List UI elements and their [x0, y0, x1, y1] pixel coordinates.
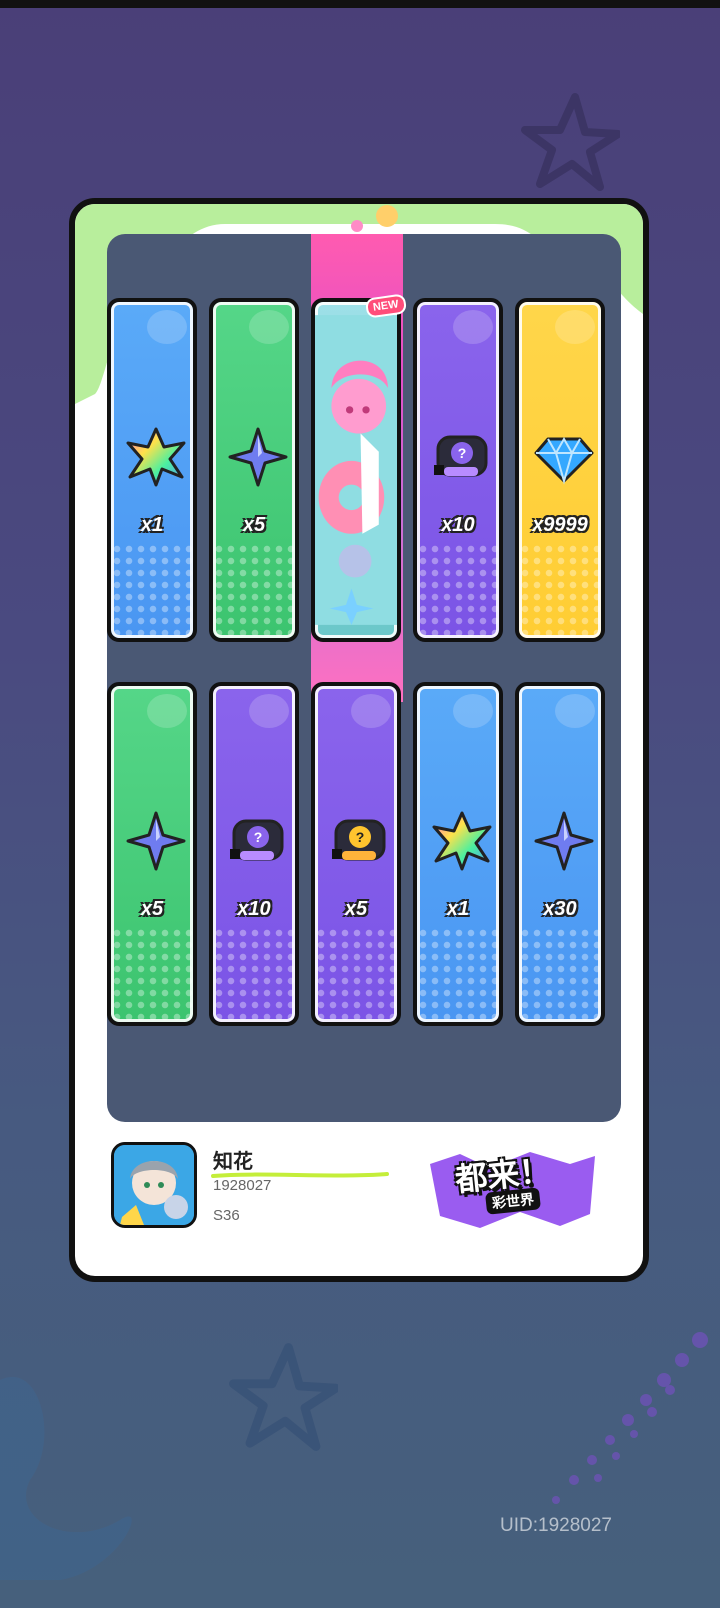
- reward-card: x5: [107, 682, 197, 1026]
- player-id: 1928027: [213, 1177, 272, 1194]
- card-paint-blob: [453, 694, 493, 728]
- card-dot-pattern: [519, 927, 601, 1022]
- reward-card: [311, 298, 401, 642]
- status-bar: [0, 0, 720, 8]
- reward-quantity: x1: [446, 898, 470, 920]
- card-dot-pattern: [519, 543, 601, 638]
- svg-text:?: ?: [458, 445, 467, 461]
- gold-mystery-ticket-icon: ?: [330, 811, 390, 871]
- reward-quantity: x5: [140, 898, 164, 920]
- svg-text:?: ?: [254, 829, 263, 845]
- svg-text:?: ?: [356, 829, 365, 845]
- card-dot-pattern: [111, 543, 193, 638]
- rainbow-crystal-icon: [432, 811, 492, 871]
- background-star-bottom: [229, 1343, 338, 1451]
- card-dot-pattern: [417, 927, 499, 1022]
- card-paint-blob: [555, 694, 595, 728]
- card-dot-pattern: [315, 927, 397, 1022]
- reward-quantity: x5: [344, 898, 368, 920]
- reward-card: x1: [413, 682, 503, 1026]
- reward-share-card: x1 x5? x10 x9999 x5? x10? x5 x1 x30 NEW 知花 19280…: [69, 198, 649, 1282]
- card-dot-pattern: [417, 543, 499, 638]
- card-paint-blob: [351, 694, 391, 728]
- reward-card: ? x10: [209, 682, 299, 1026]
- card-paint-blob: [555, 310, 595, 344]
- card-paint-blob: [147, 310, 187, 344]
- reward-quantity: x30: [543, 898, 577, 920]
- blue-star-shard-icon: [534, 811, 594, 871]
- card-paint-blob: [249, 694, 289, 728]
- mystery-ticket-icon: ?: [432, 427, 492, 487]
- card-dot-pattern: [111, 927, 193, 1022]
- card-dot-pattern: [213, 543, 295, 638]
- player-season: S36: [213, 1207, 240, 1224]
- reward-quantity: x5: [242, 514, 266, 536]
- reward-card: x1: [107, 298, 197, 642]
- background-star-top: [521, 93, 620, 191]
- card-paint-blob: [147, 694, 187, 728]
- reward-quantity: x1: [140, 514, 164, 536]
- card-paint-blob: [249, 310, 289, 344]
- uid-label: UID:1928027: [500, 1515, 612, 1536]
- reward-quantity: x10: [441, 514, 475, 536]
- reward-card: ? x5: [311, 682, 401, 1026]
- reward-card: x30: [515, 682, 605, 1026]
- card-dot-pattern: [213, 927, 295, 1022]
- background-dots-bottom-right: [552, 1332, 708, 1504]
- reward-quantity: x9999: [532, 514, 588, 536]
- reward-quantity: x10: [237, 898, 271, 920]
- blue-star-shard-icon: [126, 811, 186, 871]
- reward-card: x5: [209, 298, 299, 642]
- rainbow-crystal-icon: [126, 427, 186, 487]
- mystery-ticket-icon: ?: [228, 811, 288, 871]
- player-avatar: [111, 1142, 197, 1228]
- card-paint-blob: [453, 310, 493, 344]
- reward-card: ? x10: [413, 298, 503, 642]
- reward-card: x9999: [515, 298, 605, 642]
- diamond-gem-icon: [534, 427, 594, 487]
- background-splash-bottom-left: [0, 1376, 132, 1580]
- blue-star-shard-icon: [228, 427, 288, 487]
- character-card-portrait: [315, 302, 397, 638]
- player-footer: 知花 1928027 S36 都来！ 彩世界: [75, 1120, 643, 1276]
